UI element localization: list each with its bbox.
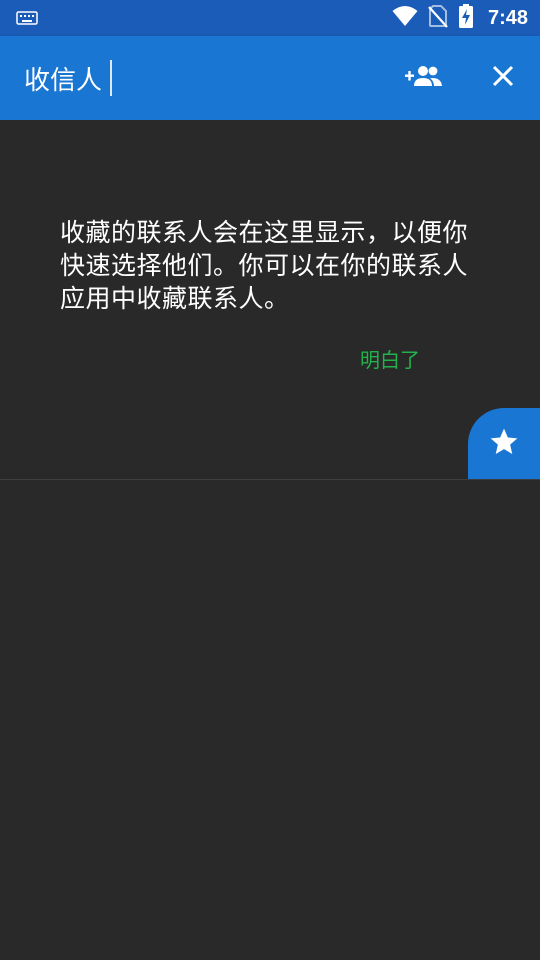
recipient-input[interactable]: 收信人 — [24, 58, 113, 98]
keyboard-icon — [16, 10, 38, 26]
divider — [0, 479, 540, 480]
no-sim-icon — [428, 4, 448, 32]
wifi-icon — [392, 5, 418, 31]
close-icon — [492, 65, 514, 91]
status-time: 7:48 — [487, 6, 528, 29]
dismiss-button[interactable]: 明白了 — [350, 338, 430, 379]
text-cursor — [110, 60, 113, 96]
status-bar: 7:48 — [0, 0, 540, 36]
add-contact-button[interactable] — [402, 56, 446, 100]
add-person-icon — [405, 65, 443, 91]
battery-charging-icon — [458, 3, 474, 33]
star-icon — [488, 426, 520, 462]
app-bar: 收信人 — [0, 36, 540, 120]
empty-favorites-message: 收藏的联系人会在这里显示，以便你快速选择他们。你可以在你的联系人应用中收藏联系人… — [60, 218, 469, 313]
recipient-input-text[interactable]: 收信人 — [24, 60, 102, 97]
favorites-tab[interactable] — [468, 408, 540, 479]
favorites-panel: 收藏的联系人会在这里显示，以便你快速选择他们。你可以在你的联系人应用中收藏联系人… — [0, 120, 540, 960]
close-button[interactable] — [481, 56, 525, 100]
